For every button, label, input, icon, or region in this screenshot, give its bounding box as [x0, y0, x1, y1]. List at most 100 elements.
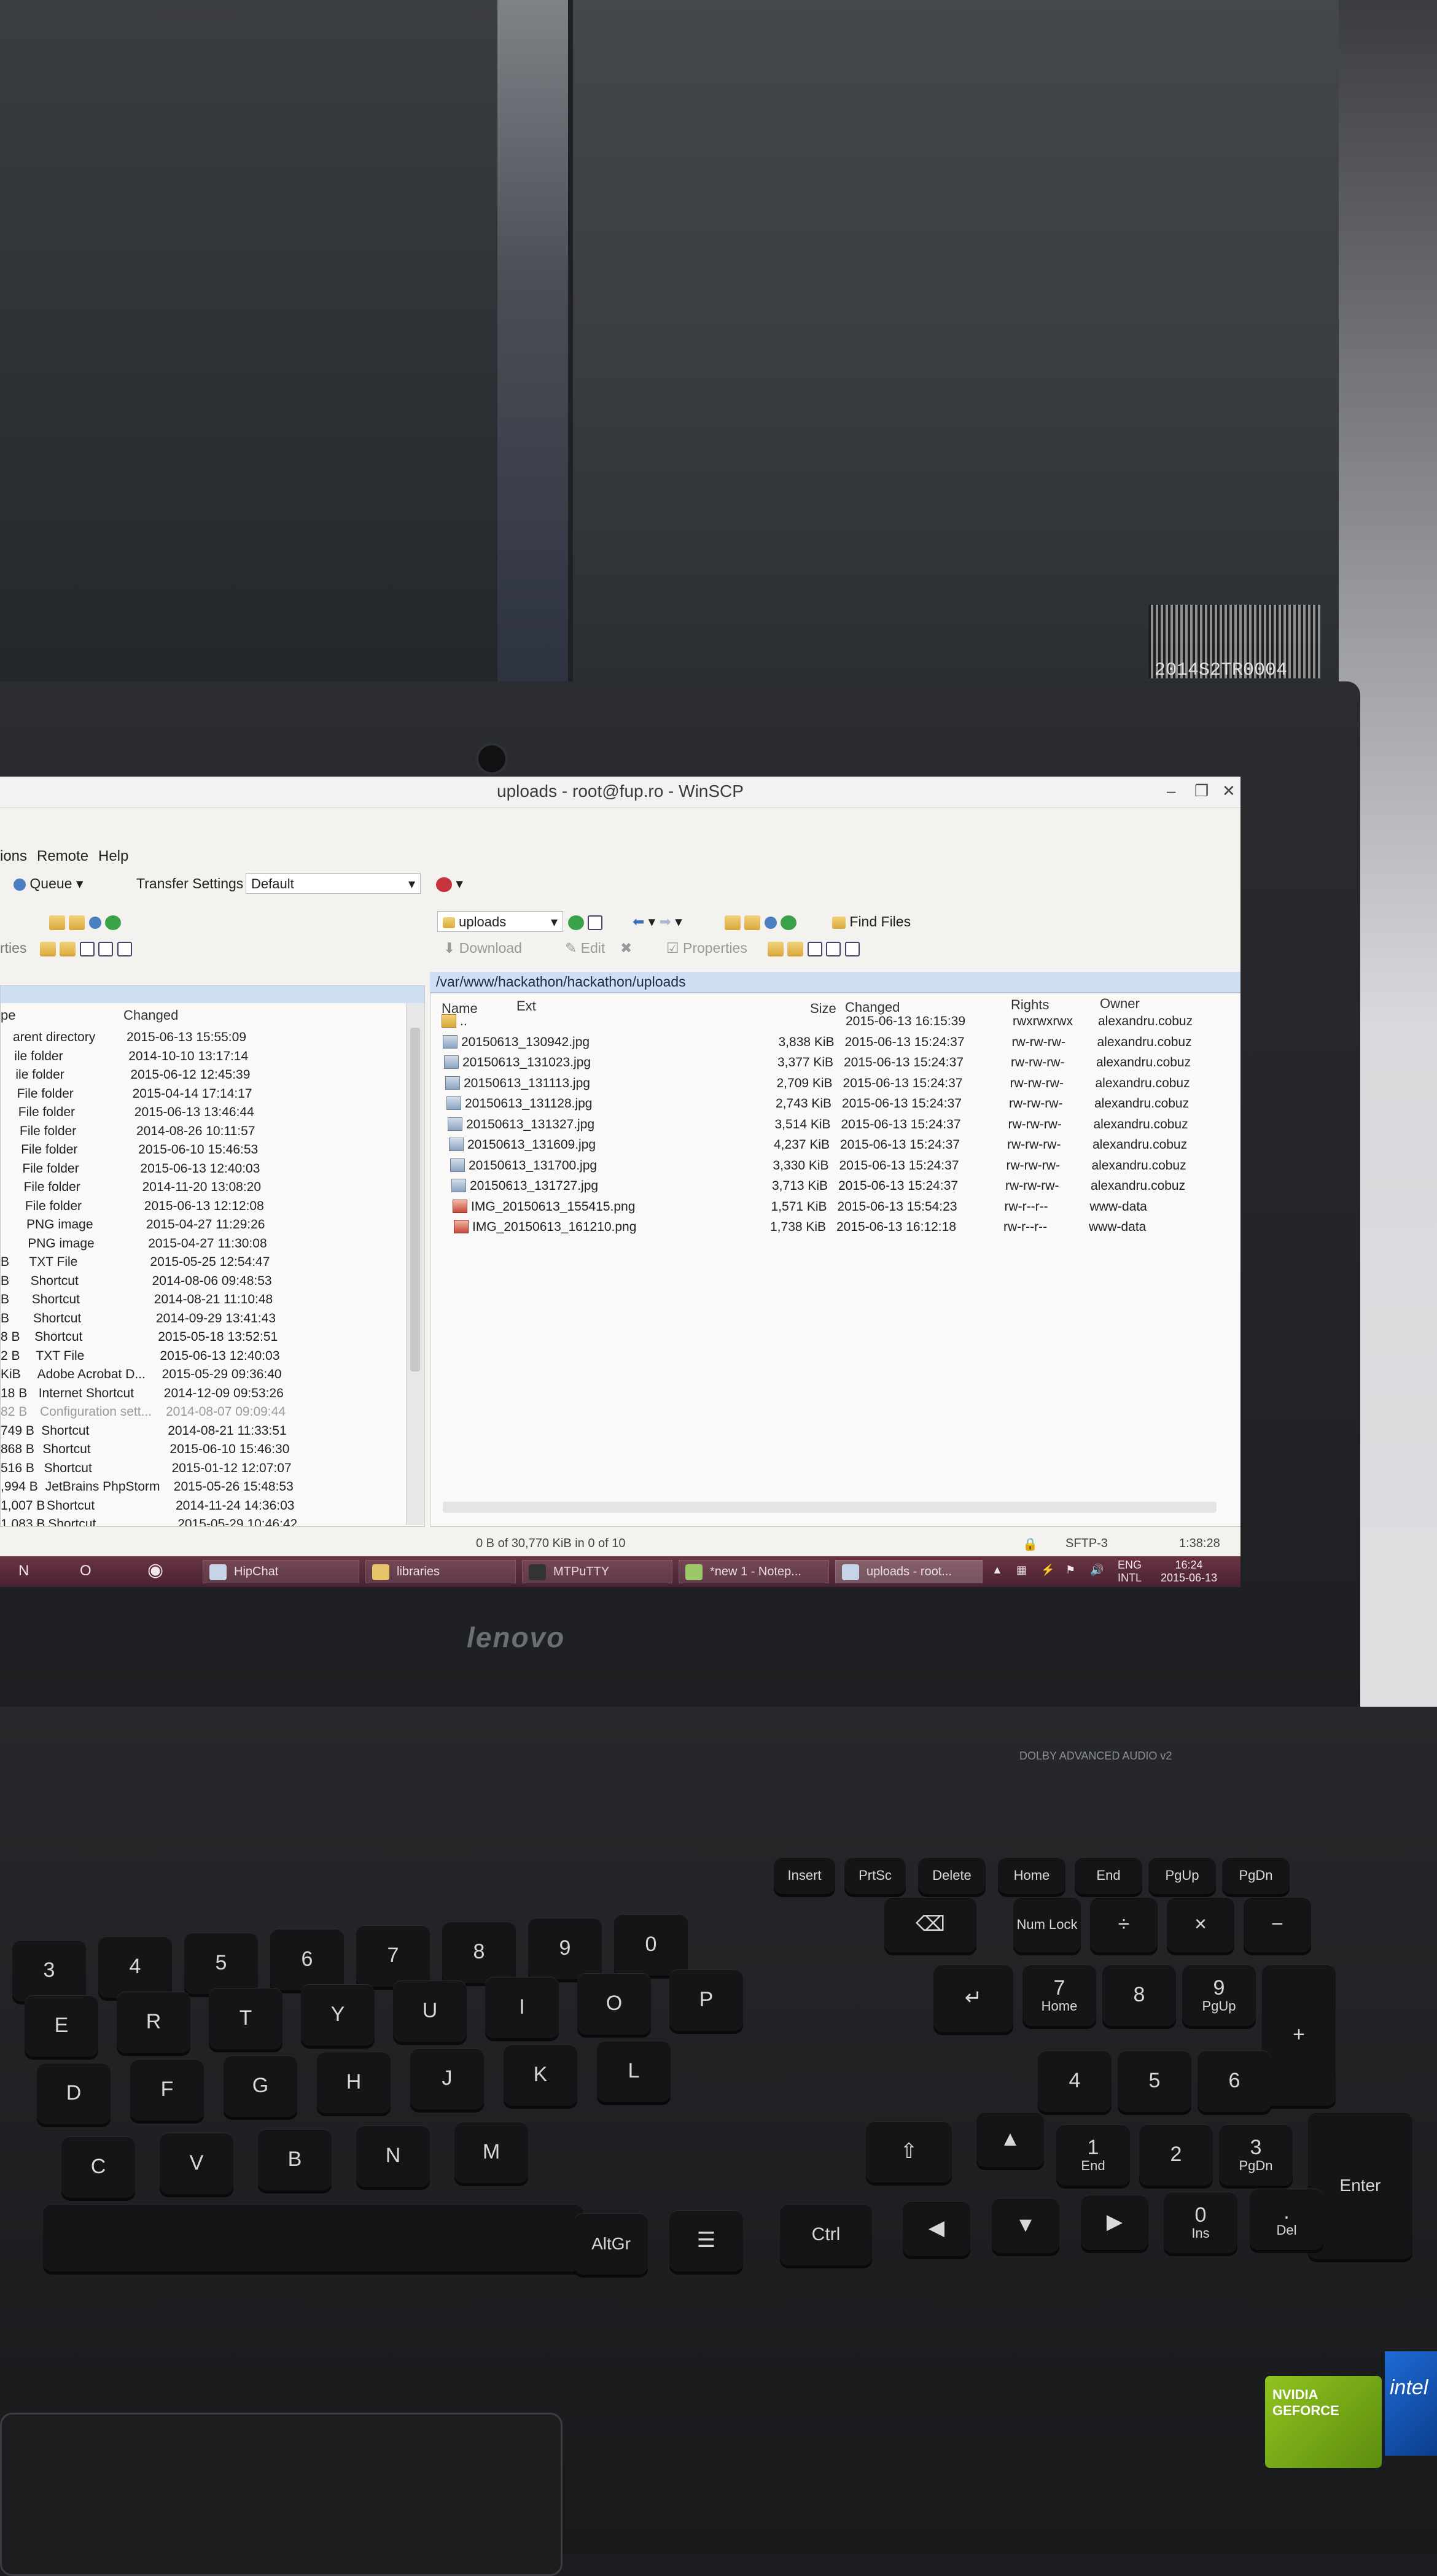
- touchpad[interactable]: [0, 2413, 563, 2576]
- key-letter[interactable]: V: [160, 2133, 233, 2194]
- remote-table-row[interactable]: 20150613_131128.jpg 2,743 KiB 2015-06-13 1…: [430, 1094, 1240, 1114]
- key-letter[interactable]: E: [25, 1995, 98, 2057]
- key-num9[interactable]: 9 PgUp: [1182, 1965, 1256, 2026]
- key-insert[interactable]: Insert: [774, 1857, 835, 1894]
- key-num0[interactable]: 0 Ins: [1164, 2192, 1237, 2253]
- key-letter[interactable]: P: [669, 1969, 743, 2031]
- key-pgdn[interactable]: PgDn: [1222, 1857, 1290, 1894]
- key-delete[interactable]: Delete: [918, 1857, 986, 1894]
- key-space[interactable]: [43, 2204, 583, 2271]
- local-table-row[interactable]: 2 B TXT File 2015-06-13 12:40:03: [1, 1346, 424, 1367]
- local-scrollbar[interactable]: [406, 1003, 424, 1525]
- outlook-icon[interactable]: O: [80, 1562, 92, 1580]
- queue-button[interactable]: Queue ▾: [14, 875, 83, 892]
- menu-item-help[interactable]: Help: [98, 848, 128, 865]
- menu-item-options[interactable]: ions: [0, 848, 27, 865]
- maximize-button[interactable]: ❐: [1194, 782, 1209, 801]
- key-menu[interactable]: ☰: [669, 2210, 743, 2271]
- key-num-dot[interactable]: . Del: [1250, 2189, 1323, 2250]
- local-table-row[interactable]: 82 B Configuration sett... 2014-08-07 09:0…: [1, 1402, 424, 1422]
- taskbar-item-winscp[interactable]: uploads - root...: [835, 1560, 983, 1583]
- key-num8[interactable]: 8: [1102, 1965, 1176, 2026]
- key-shift[interactable]: ⇧: [866, 2121, 952, 2182]
- key-digit[interactable]: 5: [184, 1933, 258, 1994]
- taskbar-item-libraries[interactable]: libraries: [365, 1560, 516, 1583]
- key-num7[interactable]: 7 Home: [1022, 1965, 1096, 2026]
- local-table-row[interactable]: 749 B Shortcut 2014-08-21 11:33:51: [1, 1421, 424, 1441]
- key-prtsc[interactable]: PrtSc: [844, 1857, 906, 1894]
- remote-table-row[interactable]: IMG_20150613_155415.png 1,571 KiB 2015-06-…: [430, 1197, 1240, 1217]
- local-table-row[interactable]: 8 B Shortcut 2015-05-18 13:52:51: [1, 1327, 424, 1348]
- taskbar-item-mtputty[interactable]: MTPuTTY: [522, 1560, 672, 1583]
- key-digit[interactable]: 3: [12, 1940, 86, 2001]
- key-letter[interactable]: B: [258, 2129, 332, 2190]
- remote-table-row[interactable]: IMG_20150613_161210.png 1,738 KiB 2015-06-…: [430, 1217, 1240, 1238]
- key-digit[interactable]: 9: [528, 1918, 602, 1979]
- local-table-row[interactable]: B Shortcut 2014-08-06 09:48:53: [1, 1271, 424, 1292]
- local-table-row[interactable]: PNG image 2015-04-27 11:30:08: [1, 1234, 424, 1254]
- local-table-row[interactable]: 1,007 B Shortcut 2014-11-24 14:36:03: [1, 1496, 424, 1516]
- key-digit[interactable]: 4: [98, 1936, 172, 1998]
- remote-table-row[interactable]: 20150613_130942.jpg 3,838 KiB 2015-06-13 1…: [430, 1033, 1240, 1053]
- key-altgr[interactable]: AltGr: [574, 2213, 648, 2275]
- key-pgup[interactable]: PgUp: [1148, 1857, 1216, 1894]
- tray-volume-icon[interactable]: 🔊: [1090, 1564, 1104, 1577]
- download-button[interactable]: ⬇ Download: [443, 940, 522, 956]
- window-titlebar[interactable]: uploads - root@fup.ro - WinSCP – ❐ ✕: [0, 777, 1240, 808]
- language-indicator[interactable]: ENG INTL: [1118, 1559, 1142, 1584]
- remote-col-rights[interactable]: Rights: [1011, 997, 1049, 1013]
- local-table-row[interactable]: 1,083 B Shortcut 2015-05-29 10:46:42: [1, 1515, 424, 1526]
- remote-col-owner[interactable]: Owner: [1100, 996, 1140, 1012]
- remote-new-icons[interactable]: [768, 940, 860, 956]
- key-digit[interactable]: 8: [442, 1922, 516, 1983]
- local-table-row[interactable]: B Shortcut 2014-09-29 13:41:43: [1, 1309, 424, 1329]
- local-table-row[interactable]: 18 B Internet Shortcut 2014-12-09 09:53:26: [1, 1384, 424, 1404]
- key-letter[interactable]: M: [454, 2122, 528, 2183]
- local-scroll-thumb[interactable]: [410, 1028, 420, 1371]
- key-letter[interactable]: G: [224, 2055, 297, 2117]
- local-table-row[interactable]: ile folder 2014-10-10 13:17:14: [1, 1047, 424, 1067]
- key-digit[interactable]: 0: [614, 1914, 688, 1976]
- tray-expand-icon[interactable]: ▲: [992, 1564, 1003, 1577]
- key-multiply[interactable]: ×: [1167, 1897, 1234, 1952]
- remote-table-row[interactable]: .. 2015-06-13 16:15:39 rwxrwxrwx alexandru.…: [430, 1012, 1240, 1032]
- remote-horizontal-scrollbar[interactable]: [443, 1502, 1217, 1513]
- local-table-row[interactable]: PNG image 2015-04-27 11:29:26: [1, 1215, 424, 1235]
- remote-filter-icons[interactable]: [568, 914, 603, 930]
- remote-table-row[interactable]: 20150613_131727.jpg 3,713 KiB 2015-06-13 1…: [430, 1176, 1240, 1197]
- left-properties-label[interactable]: rties: [0, 940, 26, 956]
- key-home[interactable]: Home: [998, 1857, 1065, 1894]
- local-table-row[interactable]: ile folder 2015-06-12 12:45:39: [1, 1065, 424, 1085]
- key-end[interactable]: End: [1075, 1857, 1142, 1894]
- key-num6[interactable]: 6: [1198, 2050, 1271, 2112]
- tray-flag-icon[interactable]: ⚑: [1065, 1564, 1075, 1577]
- key-letter[interactable]: C: [61, 2136, 135, 2198]
- local-col-changed[interactable]: Changed: [123, 1007, 178, 1023]
- remote-folder-select[interactable]: uploads ▾: [437, 911, 563, 932]
- back-forward-buttons[interactable]: ⬅ ▾ ➡ ▾: [633, 914, 682, 930]
- local-table-row[interactable]: KiB Adobe Acrobat D... 2015-05-29 09:36:40: [1, 1365, 424, 1385]
- remote-path-bar[interactable]: /var/www/hackathon/hackathon/uploads: [430, 972, 1240, 993]
- find-files-button[interactable]: Find Files: [832, 914, 911, 930]
- key-digit[interactable]: 7: [356, 1925, 430, 1987]
- tray-network-icon[interactable]: ▦: [1016, 1564, 1027, 1577]
- key-num3[interactable]: 3 PgDn: [1219, 2124, 1293, 2186]
- left-new-icons[interactable]: [40, 940, 132, 956]
- key-arrow-right[interactable]: ▶: [1081, 2195, 1148, 2250]
- key-letter[interactable]: Y: [301, 1984, 375, 2046]
- local-table-row[interactable]: File folder 2014-08-26 10:11:57: [1, 1122, 424, 1142]
- key-enter[interactable]: Enter: [1308, 2112, 1412, 2259]
- local-col-type[interactable]: pe: [1, 1007, 15, 1023]
- session-icon[interactable]: ▾: [436, 875, 463, 892]
- edit-button[interactable]: ✎ Edit: [565, 940, 605, 956]
- key-letter[interactable]: N: [356, 2125, 430, 2187]
- local-table-row[interactable]: File folder 2015-06-13 13:46:44: [1, 1103, 424, 1123]
- local-table-row[interactable]: 516 B Shortcut 2015-01-12 12:07:07: [1, 1459, 424, 1479]
- key-minus[interactable]: −: [1244, 1897, 1311, 1952]
- remote-table-row[interactable]: 20150613_131113.jpg 2,709 KiB 2015-06-13 1…: [430, 1074, 1240, 1094]
- local-table-row[interactable]: 868 B Shortcut 2015-06-10 15:46:30: [1, 1440, 424, 1460]
- local-table-row[interactable]: File folder 2015-06-10 15:46:53: [1, 1140, 424, 1160]
- local-table-row[interactable]: B TXT File 2015-05-25 12:54:47: [1, 1252, 424, 1273]
- delete-icon[interactable]: ✖: [620, 940, 632, 956]
- menu-item-remote[interactable]: Remote: [37, 848, 88, 865]
